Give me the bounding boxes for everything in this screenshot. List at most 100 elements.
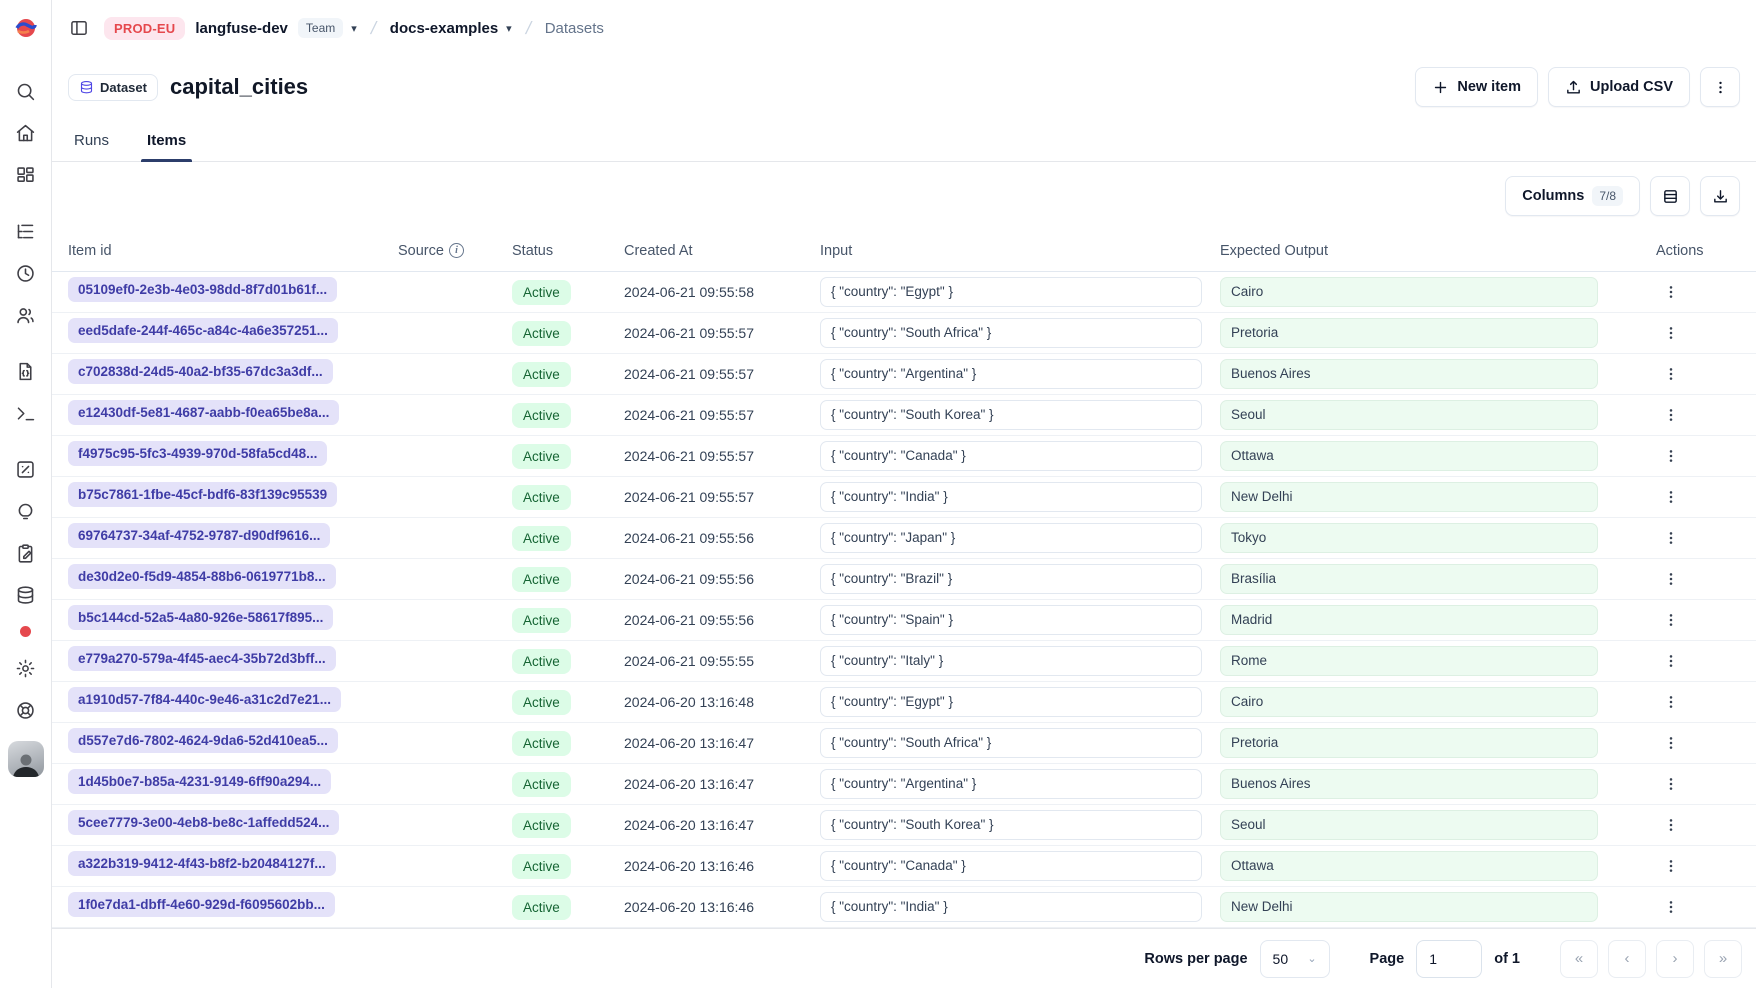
item-id-cell: 69764737-34af-4752-9787-d90df9616... <box>68 523 398 553</box>
input-value-box: { "country": "Spain" } <box>820 605 1202 635</box>
more-actions-button[interactable] <box>1700 67 1740 107</box>
datasets-database-icon[interactable] <box>13 582 39 608</box>
input-cell: { "country": "Egypt" } <box>820 277 1220 307</box>
settings-gear-icon[interactable] <box>13 655 39 681</box>
page-input[interactable] <box>1416 940 1482 978</box>
support-lifebuoy-icon[interactable] <box>13 697 39 723</box>
item-id-cell: de30d2e0-f5d9-4854-88b6-0619771b8... <box>68 564 398 594</box>
item-id-pill[interactable]: 1f0e7da1-dbff-4e60-929d-f6095602bb... <box>68 892 335 917</box>
row-actions-button[interactable] <box>1656 605 1686 635</box>
item-id-pill[interactable]: b75c7861-1fbe-45cf-bdf6-83f139c95539 <box>68 482 337 507</box>
breadcrumb-section[interactable]: Datasets <box>545 20 604 37</box>
playground-terminal-icon[interactable] <box>13 400 39 426</box>
row-actions-button[interactable] <box>1656 277 1686 307</box>
prev-page-button[interactable]: ‹ <box>1608 940 1646 978</box>
row-actions-button[interactable] <box>1656 810 1686 840</box>
item-id-pill[interactable]: 1d45b0e7-b85a-4231-9149-6ff90a294... <box>68 769 331 794</box>
table-row[interactable]: f4975c95-5fc3-4939-970d-58fa5cd48... Act… <box>52 436 1756 477</box>
item-id-pill[interactable]: a1910d57-7f84-440c-9e46-a31c2d7e21... <box>68 687 341 712</box>
input-cell: { "country": "South Korea" } <box>820 810 1220 840</box>
status-cell: Active <box>512 526 624 551</box>
breadcrumb-org[interactable]: langfuse-dev <box>195 20 288 37</box>
status-badge: Active <box>512 895 571 920</box>
table-row[interactable]: d557e7d6-7802-4624-9da6-52d410ea5... Act… <box>52 723 1756 764</box>
col-actions: Actions <box>1616 243 1756 259</box>
row-actions-button[interactable] <box>1656 318 1686 348</box>
chevron-down-icon[interactable]: ▾ <box>506 22 512 35</box>
table-row[interactable]: de30d2e0-f5d9-4854-88b6-0619771b8... Act… <box>52 559 1756 600</box>
chevron-down-icon[interactable]: ▾ <box>351 22 357 35</box>
row-actions-button[interactable] <box>1656 523 1686 553</box>
row-actions-button[interactable] <box>1656 728 1686 758</box>
home-icon[interactable] <box>13 120 39 146</box>
row-actions-button[interactable] <box>1656 400 1686 430</box>
table-row[interactable]: a1910d57-7f84-440c-9e46-a31c2d7e21... Ac… <box>52 682 1756 723</box>
sidebar-toggle-icon[interactable] <box>64 13 94 43</box>
row-actions-button[interactable] <box>1656 851 1686 881</box>
item-id-pill[interactable]: d557e7d6-7802-4624-9da6-52d410ea5... <box>68 728 338 753</box>
table-row[interactable]: eed5dafe-244f-465c-a84c-4a6e357251... Ac… <box>52 313 1756 354</box>
dashboard-grid-icon[interactable] <box>13 162 39 188</box>
record-dot[interactable] <box>20 626 31 637</box>
item-id-pill[interactable]: e12430df-5e81-4687-aabb-f0ea65be8a... <box>68 400 339 425</box>
table-row[interactable]: 69764737-34af-4752-9787-d90df9616... Act… <box>52 518 1756 559</box>
table-row[interactable]: 1d45b0e7-b85a-4231-9149-6ff90a294... Act… <box>52 764 1756 805</box>
row-height-button[interactable] <box>1650 176 1690 216</box>
item-id-pill[interactable]: a322b319-9412-4f43-b8f2-b20484127f... <box>68 851 336 876</box>
row-actions-button[interactable] <box>1656 769 1686 799</box>
table-row[interactable]: b75c7861-1fbe-45cf-bdf6-83f139c95539 Act… <box>52 477 1756 518</box>
table-row[interactable]: b5c144cd-52a5-4a80-926e-58617f895... Act… <box>52 600 1756 641</box>
item-id-pill[interactable]: de30d2e0-f5d9-4854-88b6-0619771b8... <box>68 564 336 589</box>
tracing-list-tree-icon[interactable] <box>13 218 39 244</box>
breadcrumb-project[interactable]: docs-examples <box>390 20 498 37</box>
item-id-pill[interactable]: f4975c95-5fc3-4939-970d-58fa5cd48... <box>68 441 327 466</box>
info-icon[interactable]: i <box>449 243 464 258</box>
export-button[interactable] <box>1700 176 1740 216</box>
users-icon[interactable] <box>13 302 39 328</box>
row-actions-button[interactable] <box>1656 687 1686 717</box>
item-id-pill[interactable]: eed5dafe-244f-465c-a84c-4a6e357251... <box>68 318 338 343</box>
row-actions-button[interactable] <box>1656 564 1686 594</box>
row-actions-button[interactable] <box>1656 892 1686 922</box>
annotation-clipboard-pen-icon[interactable] <box>13 540 39 566</box>
row-actions-button[interactable] <box>1656 359 1686 389</box>
row-actions-button[interactable] <box>1656 441 1686 471</box>
item-id-pill[interactable]: 5cee7779-3e00-4eb8-be8c-1affedd524... <box>68 810 339 835</box>
input-cell: { "country": "South Korea" } <box>820 400 1220 430</box>
evaluation-percent-square-icon[interactable] <box>13 456 39 482</box>
row-actions-button[interactable] <box>1656 482 1686 512</box>
item-id-pill[interactable]: 69764737-34af-4752-9787-d90df9616... <box>68 523 330 548</box>
rows-per-page-value: 50 <box>1273 951 1289 967</box>
prompts-file-icon[interactable] <box>13 358 39 384</box>
first-page-button[interactable]: « <box>1560 940 1598 978</box>
org-type-badge[interactable]: Team <box>298 18 343 38</box>
table-row[interactable]: 5cee7779-3e00-4eb8-be8c-1affedd524... Ac… <box>52 805 1756 846</box>
rows-per-page-select[interactable]: 50 ⌄ <box>1260 940 1330 978</box>
input-cell: { "country": "Brazil" } <box>820 564 1220 594</box>
user-avatar[interactable] <box>8 741 44 777</box>
table-row[interactable]: 1f0e7da1-dbff-4e60-929d-f6095602bb... Ac… <box>52 887 1756 928</box>
item-id-pill[interactable]: b5c144cd-52a5-4a80-926e-58617f895... <box>68 605 333 630</box>
new-item-button[interactable]: New item <box>1415 67 1538 107</box>
item-id-pill[interactable]: e779a270-579a-4f45-aec4-35b72d3bff... <box>68 646 336 671</box>
last-page-button[interactable]: » <box>1704 940 1742 978</box>
tab-items[interactable]: Items <box>141 132 192 161</box>
next-page-button[interactable]: › <box>1656 940 1694 978</box>
table-row[interactable]: 05109ef0-2e3b-4e03-98dd-8f7d01b61f... Ac… <box>52 272 1756 313</box>
item-id-pill[interactable]: c702838d-24d5-40a2-bf35-67dc3a3df... <box>68 359 333 384</box>
item-id-pill[interactable]: 05109ef0-2e3b-4e03-98dd-8f7d01b61f... <box>68 277 337 302</box>
sessions-clock-icon[interactable] <box>13 260 39 286</box>
table-row[interactable]: e12430df-5e81-4687-aabb-f0ea65be8a... Ac… <box>52 395 1756 436</box>
table-row[interactable]: c702838d-24d5-40a2-bf35-67dc3a3df... Act… <box>52 354 1756 395</box>
table-row[interactable]: a322b319-9412-4f43-b8f2-b20484127f... Ac… <box>52 846 1756 887</box>
columns-button[interactable]: Columns 7/8 <box>1505 176 1640 216</box>
expected-output-cell: Pretoria <box>1220 318 1616 348</box>
upload-csv-button[interactable]: Upload CSV <box>1548 67 1690 107</box>
table-row[interactable]: e779a270-579a-4f45-aec4-35b72d3bff... Ac… <box>52 641 1756 682</box>
expected-output-cell: Buenos Aires <box>1220 769 1616 799</box>
tab-runs[interactable]: Runs <box>68 132 115 161</box>
search-icon[interactable] <box>13 78 39 104</box>
row-actions-button[interactable] <box>1656 646 1686 676</box>
langfuse-logo[interactable] <box>0 0 51 56</box>
scores-lightbulb-icon[interactable] <box>13 498 39 524</box>
